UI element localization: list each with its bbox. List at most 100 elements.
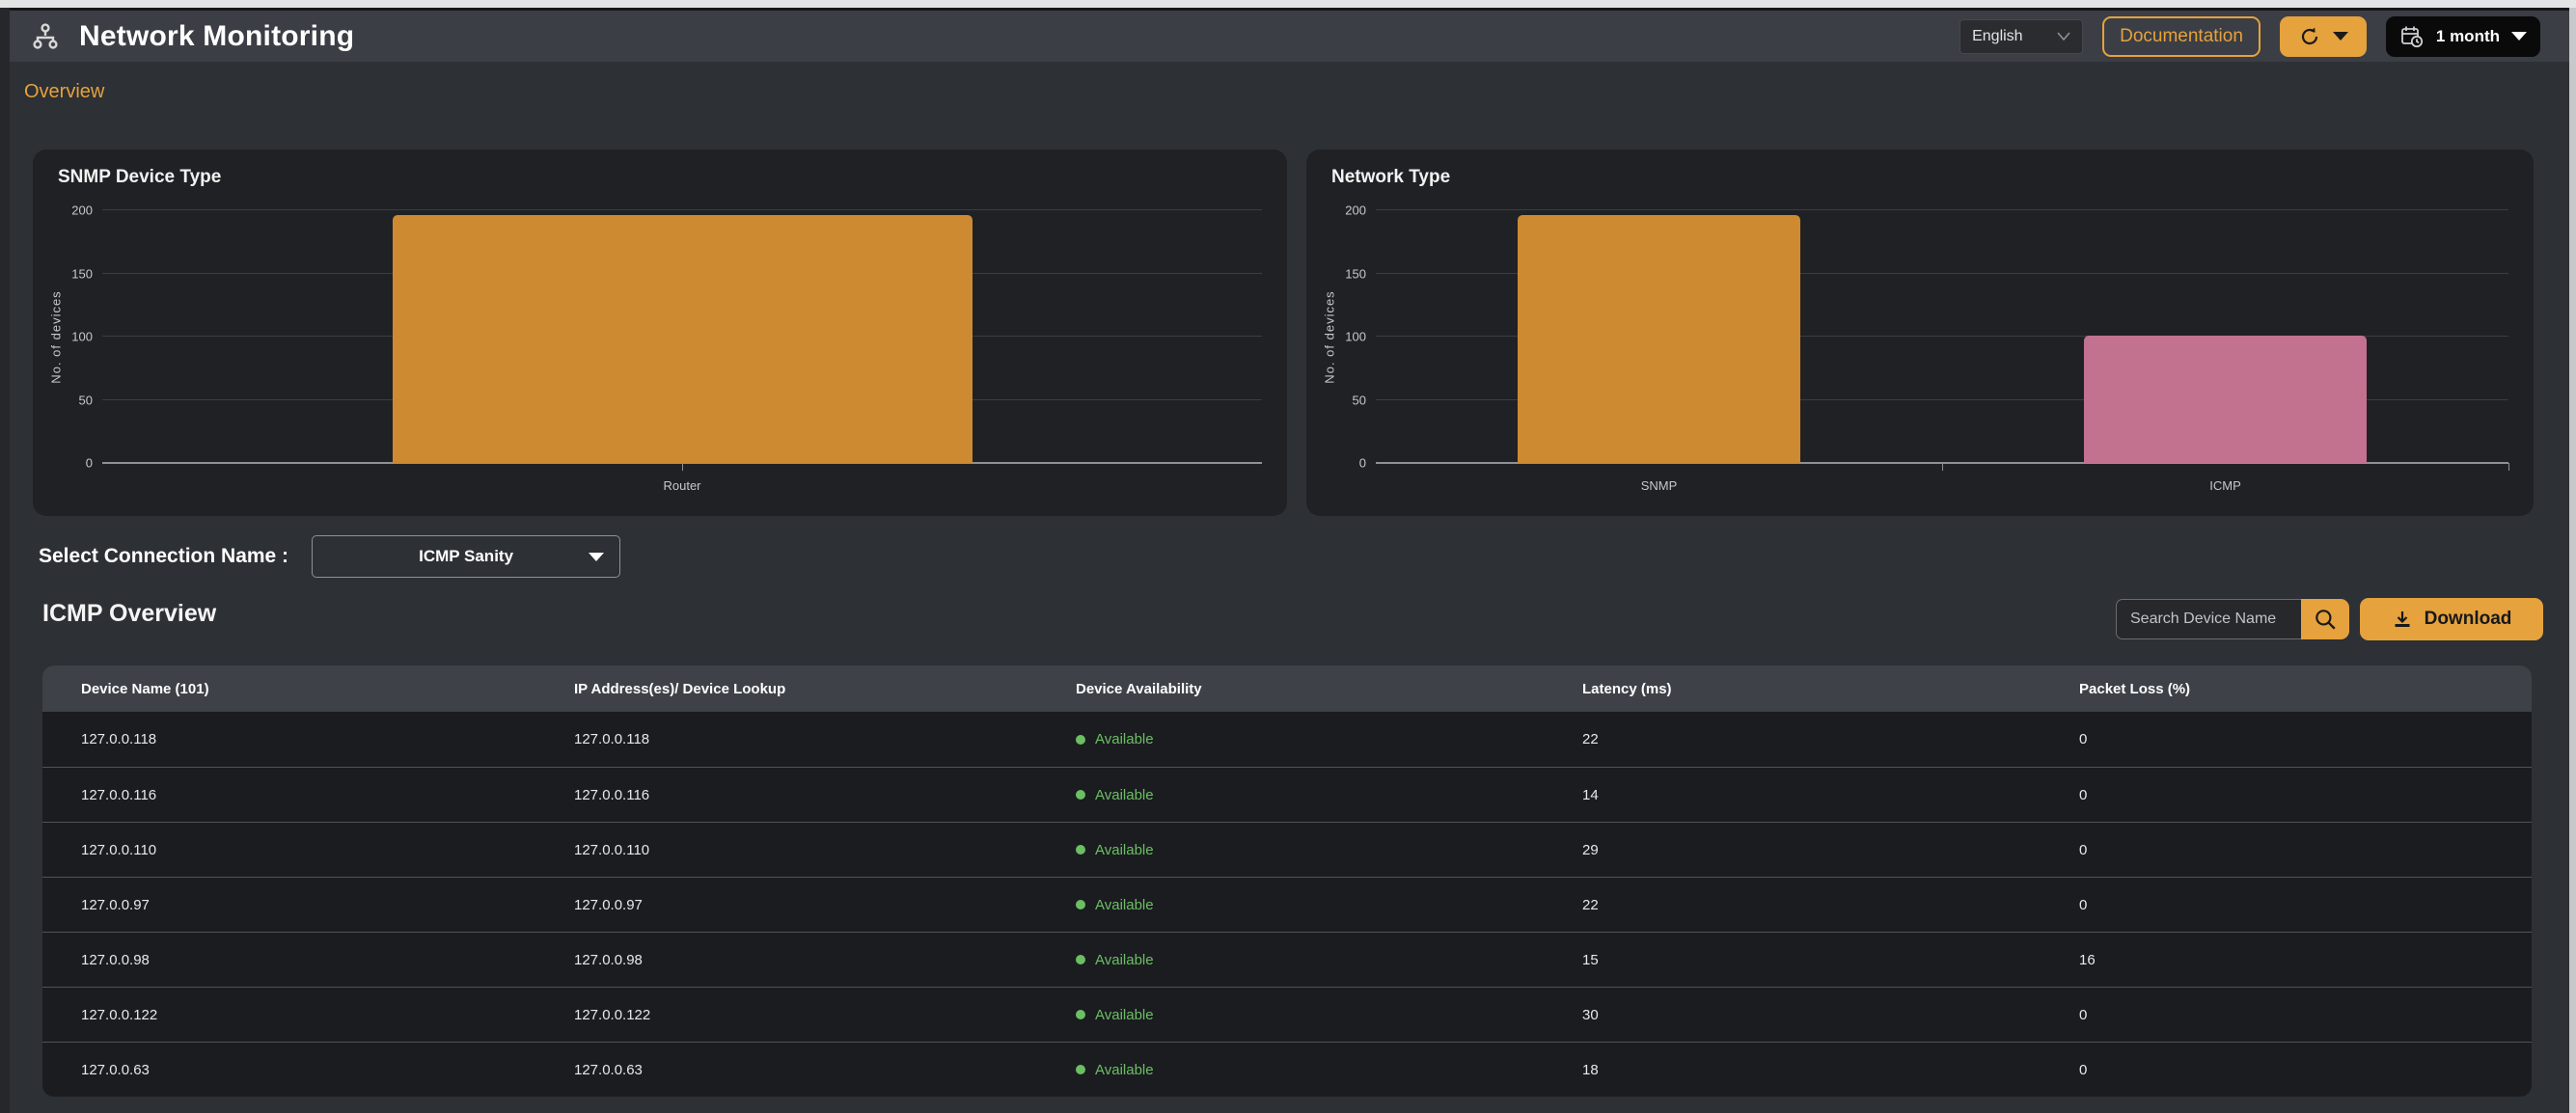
latency-cell: 14 <box>1582 787 2079 803</box>
latency-cell: 18 <box>1582 1062 2079 1078</box>
latency-cell: 30 <box>1582 1007 2079 1023</box>
status-dot-icon <box>1076 735 1085 745</box>
header-controls: English Documentation <box>1959 16 2540 57</box>
device-name-cell: 127.0.0.63 <box>81 1062 574 1078</box>
x-category-label: ICMP <box>2209 478 2241 493</box>
language-select-value: English <box>1972 28 2022 45</box>
connection-name-select[interactable]: ICMP Sanity <box>312 535 620 578</box>
caret-down-icon <box>589 553 604 561</box>
caret-down-icon <box>2333 32 2348 41</box>
status-dot-icon <box>1076 955 1085 964</box>
table-body: 127.0.0.118127.0.0.118Available220127.0.… <box>42 712 2532 1097</box>
window-left-edge <box>0 8 10 1113</box>
table-row: 127.0.0.110127.0.0.110Available290 <box>42 822 2532 877</box>
x-axis-tick <box>1942 463 1943 471</box>
status-dot-icon <box>1076 1010 1085 1019</box>
availability-status: Available <box>1095 787 1154 803</box>
availability-cell: Available <box>1076 787 1582 803</box>
connection-select-label: Select Connection Name : <box>39 545 288 568</box>
refresh-split-button[interactable] <box>2280 16 2367 57</box>
availability-cell: Available <box>1076 1007 1582 1023</box>
y-axis-label: No. of devices <box>1320 210 1339 463</box>
refresh-icon <box>2298 25 2321 48</box>
x-category-label: SNMP <box>1641 478 1678 493</box>
availability-status: Available <box>1095 952 1154 968</box>
window-top-strip <box>0 0 2576 8</box>
search-input[interactable] <box>2116 599 2301 639</box>
language-select[interactable]: English <box>1959 19 2083 54</box>
device-name-cell: 127.0.0.98 <box>81 952 574 968</box>
chart-card-snmp-device-type: SNMP Device Type No. of devices 05010015… <box>33 149 1287 516</box>
chart-card-network-type: Network Type No. of devices 050100150200… <box>1306 149 2534 516</box>
section-heading-icmp-overview: ICMP Overview <box>42 600 216 628</box>
x-axis-tick <box>2508 463 2509 471</box>
latency-cell: 15 <box>1582 952 2079 968</box>
column-header: Packet Loss (%) <box>2079 681 2532 697</box>
device-name-cell: 127.0.0.122 <box>81 1007 574 1023</box>
y-tick-label: 150 <box>1345 266 1366 281</box>
plot-area: 050100150200Router <box>102 210 1262 463</box>
packet-loss-cell: 16 <box>2079 952 2532 968</box>
column-header: Latency (ms) <box>1582 681 2079 697</box>
availability-status: Available <box>1095 897 1154 913</box>
latency-cell: 29 <box>1582 842 2079 858</box>
download-icon <box>2392 609 2413 630</box>
status-dot-icon <box>1076 1065 1085 1074</box>
gridline <box>1376 209 2508 210</box>
ip-address-cell: 127.0.0.118 <box>574 731 1076 747</box>
packet-loss-cell: 0 <box>2079 787 2532 803</box>
ip-address-cell: 127.0.0.122 <box>574 1007 1076 1023</box>
ip-address-cell: 127.0.0.63 <box>574 1062 1076 1078</box>
documentation-button-label: Documentation <box>2120 26 2243 47</box>
gridline <box>102 209 1262 210</box>
bar-chart-network-type: No. of devices 050100150200SNMPICMP <box>1306 149 2534 516</box>
time-range-select[interactable]: 1 month <box>2386 16 2540 57</box>
caret-down-icon <box>2511 32 2527 41</box>
device-name-cell: 127.0.0.116 <box>81 787 574 803</box>
connection-name-value: ICMP Sanity <box>313 547 619 566</box>
device-search <box>2116 599 2349 639</box>
latency-cell: 22 <box>1582 731 2079 747</box>
ip-address-cell: 127.0.0.110 <box>574 842 1076 858</box>
availability-status: Available <box>1095 731 1154 747</box>
time-range-value: 1 month <box>2436 27 2500 46</box>
sitemap-icon <box>31 22 60 51</box>
table-row: 127.0.0.97127.0.0.97Available220 <box>42 877 2532 932</box>
table-header-row: Device Name (101)IP Address(es)/ Device … <box>42 665 2532 712</box>
availability-status: Available <box>1095 1062 1154 1078</box>
y-tick-label: 100 <box>71 330 93 344</box>
download-button-label: Download <box>2425 609 2512 630</box>
download-button[interactable]: Download <box>2360 598 2543 640</box>
table-row: 127.0.0.98127.0.0.98Available1516 <box>42 932 2532 987</box>
table-row: 127.0.0.116127.0.0.116Available140 <box>42 767 2532 822</box>
table-row: 127.0.0.122127.0.0.122 Available 300 <box>42 987 2532 1042</box>
documentation-button[interactable]: Documentation <box>2102 16 2261 57</box>
search-icon <box>2313 607 2338 632</box>
vertical-scrollbar[interactable] <box>2569 8 2576 1113</box>
connection-select-row: Select Connection Name : ICMP Sanity <box>39 535 620 578</box>
bar-icmp[interactable] <box>2084 336 2368 463</box>
packet-loss-cell: 0 <box>2079 731 2532 747</box>
bar-router[interactable] <box>393 215 973 463</box>
y-tick-label: 50 <box>1353 393 1366 407</box>
y-tick-label: 200 <box>1345 204 1366 218</box>
device-name-cell: 127.0.0.110 <box>81 842 574 858</box>
y-tick-label: 200 <box>71 204 93 218</box>
availability-status: Available <box>1095 1007 1154 1023</box>
icmp-devices-table: Device Name (101)IP Address(es)/ Device … <box>42 665 2532 1097</box>
breadcrumb-overview[interactable]: Overview <box>24 81 104 103</box>
packet-loss-cell: 0 <box>2079 1062 2532 1078</box>
column-header: IP Address(es)/ Device Lookup <box>574 681 1076 697</box>
x-axis-tick <box>682 463 683 471</box>
search-button[interactable] <box>2301 599 2349 639</box>
availability-cell: Available <box>1076 897 1582 913</box>
calendar-clock-icon <box>2399 24 2425 49</box>
app-header: Network Monitoring English Documentation <box>10 8 2569 62</box>
bar-snmp[interactable] <box>1518 215 1801 463</box>
page-title: Network Monitoring <box>79 20 354 53</box>
y-tick-label: 0 <box>1359 456 1366 471</box>
availability-cell: Available <box>1076 1062 1582 1078</box>
packet-loss-cell: 0 <box>2079 1007 2532 1023</box>
availability-cell: Available <box>1076 731 1582 747</box>
device-name-cell: 127.0.0.97 <box>81 897 574 913</box>
